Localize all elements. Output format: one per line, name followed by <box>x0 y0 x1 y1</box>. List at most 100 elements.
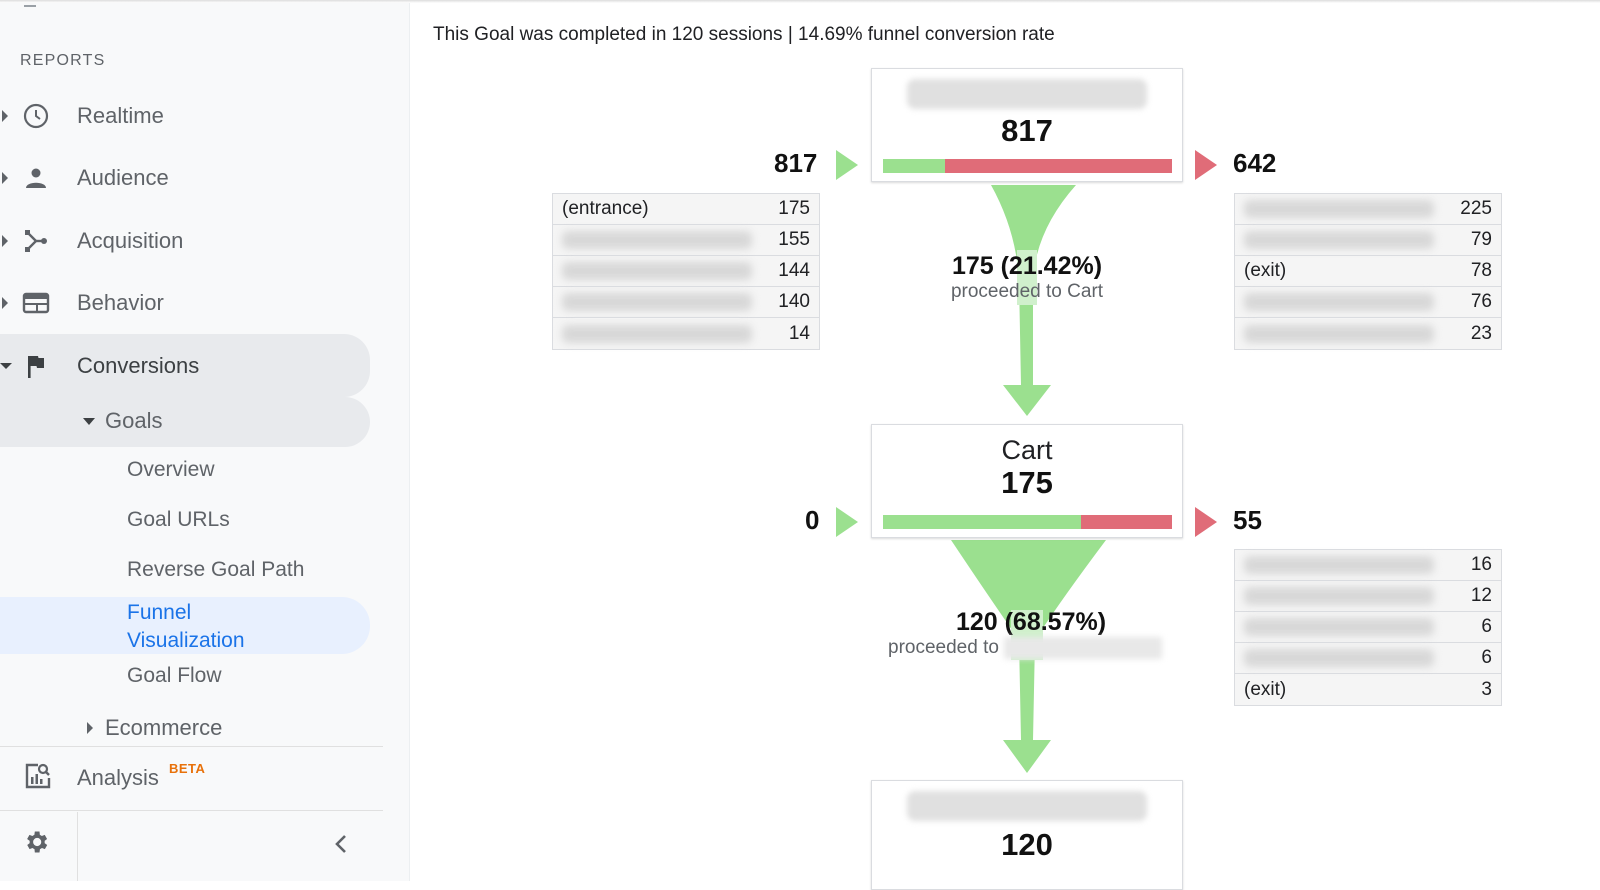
chevron-left-icon[interactable] <box>330 830 352 863</box>
sidebar-item-overview[interactable]: Overview <box>0 458 370 490</box>
row-label-redacted <box>1244 618 1434 636</box>
row-value: 225 <box>1460 198 1492 219</box>
stage-name: Cart <box>1001 435 1053 465</box>
vertical-divider <box>77 812 78 881</box>
table-row[interactable]: 6 <box>1235 612 1501 643</box>
table-row[interactable]: 16 <box>1235 550 1501 581</box>
caret-right-icon <box>2 172 8 184</box>
entry-arrow-icon <box>836 507 858 537</box>
table-row[interactable]: 12 <box>1235 581 1501 612</box>
sidebar-footer <box>0 812 383 881</box>
row-value: 79 <box>1470 229 1492 250</box>
entry-arrow-icon <box>836 150 858 180</box>
table-row[interactable]: 79 <box>1235 225 1501 256</box>
sidebar-item-realtime[interactable]: Realtime <box>0 90 370 142</box>
row-value: 144 <box>778 260 810 281</box>
flow-value: 120 (68.57%) <box>955 608 1107 636</box>
row-label-redacted <box>1244 587 1434 605</box>
stage-2-exits: 55 <box>1233 505 1262 535</box>
caret-right-icon <box>87 722 93 734</box>
flow-text: proceeded to Cart <box>950 281 1104 302</box>
table-row[interactable]: (exit) 78 <box>1235 256 1501 287</box>
exit-arrow-icon <box>1195 150 1217 180</box>
funnel-stage-1[interactable]: 817 <box>871 68 1183 182</box>
flow-1-label: 175 (21.42%) proceeded to Cart <box>927 252 1127 303</box>
reports-section-label: REPORTS <box>20 52 106 69</box>
beta-badge: BETA <box>169 761 206 776</box>
row-label-redacted <box>1244 556 1434 574</box>
table-row[interactable]: 6 <box>1235 643 1501 674</box>
sidebar-item-label: Overview <box>127 458 215 481</box>
flag-icon <box>22 352 50 380</box>
caret-right-icon <box>2 110 8 122</box>
sidebar-item-behavior[interactable]: Behavior <box>0 277 370 329</box>
dropoff-bar-segment <box>944 159 1172 173</box>
table-row[interactable]: 155 <box>553 225 819 256</box>
flow-2-label: 120 (68.57%) proceeded to <box>881 608 1181 659</box>
divider <box>0 746 383 747</box>
funnel-stage-2[interactable]: Cart 175 <box>871 424 1183 538</box>
row-value: 3 <box>1481 678 1492 700</box>
proceeded-bar-segment <box>883 515 1082 529</box>
acquisition-icon <box>22 227 50 255</box>
sidebar-item-label: Behavior <box>77 290 164 315</box>
sidebar-item-goal-urls[interactable]: Goal URLs <box>0 508 370 540</box>
caret-right-icon <box>2 297 8 309</box>
sidebar-item-label: Acquisition <box>77 228 184 253</box>
sidebar-item-ecommerce[interactable]: Ecommerce <box>0 712 370 746</box>
row-label-redacted <box>1244 293 1434 311</box>
sidebar-item-funnel-visualization[interactable]: Funnel Visualization <box>0 597 370 654</box>
table-row[interactable]: 76 <box>1235 287 1501 318</box>
sidebar-item-label: Analysis <box>77 765 159 790</box>
row-value: 78 <box>1470 260 1492 281</box>
sidebar-item-acquisition[interactable]: Acquisition <box>0 215 370 267</box>
stage-count: 175 <box>1001 465 1053 500</box>
table-row[interactable]: (exit) 3 <box>1235 674 1501 705</box>
table-row[interactable]: 225 <box>1235 194 1501 225</box>
row-value: 14 <box>788 322 810 344</box>
row-label-redacted <box>1244 200 1434 218</box>
stage-name-redacted <box>907 79 1147 109</box>
label-line-1: Funnel <box>127 601 192 624</box>
sidebar-item-label: Goal URLs <box>127 508 230 531</box>
stage-progress-bar <box>883 159 1172 173</box>
row-label: (exit) <box>1244 260 1287 281</box>
sidebar-item-conversions[interactable]: Conversions <box>0 334 370 397</box>
table-row[interactable]: 144 <box>553 256 819 287</box>
sidebar-item-reverse-goal-path[interactable]: Reverse Goal Path <box>0 558 370 590</box>
row-label: (entrance) <box>562 198 649 219</box>
table-row[interactable]: 23 <box>1235 318 1501 349</box>
sidebar-item-goals[interactable]: Goals <box>0 397 370 447</box>
stage-count: 120 <box>1001 827 1053 862</box>
destination-name-redacted <box>1004 637 1163 659</box>
funnel-stage-3[interactable]: 120 <box>871 780 1183 890</box>
table-row[interactable]: (entrance) 175 <box>553 194 819 225</box>
flow-text: proceeded to <box>888 637 999 659</box>
row-label-redacted <box>562 293 752 311</box>
person-icon <box>22 164 50 192</box>
flow-value: 175 (21.42%) <box>951 252 1103 280</box>
row-value: 76 <box>1470 291 1492 312</box>
row-label-redacted <box>1244 324 1434 343</box>
analysis-icon <box>24 762 52 796</box>
table-row[interactable]: 140 <box>553 287 819 318</box>
row-value: 16 <box>1470 554 1492 575</box>
sidebar-item-analysis[interactable]: Analysis BETA <box>0 752 383 804</box>
row-label-redacted <box>562 231 752 249</box>
row-value: 12 <box>1470 585 1492 606</box>
caret-down-icon <box>83 418 95 425</box>
caret-right-icon <box>2 235 8 247</box>
sidebar-item-goal-flow[interactable]: Goal Flow <box>0 664 370 696</box>
stage-progress-bar <box>883 515 1172 529</box>
stage-2-exits-table: 16 12 6 6 (exit) 3 <box>1234 549 1502 706</box>
clock-icon <box>22 102 50 130</box>
stage-1-exits-table: 225 79 (exit) 78 76 23 <box>1234 193 1502 350</box>
gear-icon[interactable] <box>22 828 50 861</box>
sidebar: REPORTS Realtime Audience Acquisition Be… <box>0 0 410 881</box>
behavior-icon <box>22 289 50 317</box>
table-row[interactable]: 14 <box>553 318 819 349</box>
row-label-redacted <box>562 324 752 343</box>
row-label-redacted <box>1244 231 1434 249</box>
sidebar-item-label: Reverse Goal Path <box>127 558 305 581</box>
sidebar-item-audience[interactable]: Audience <box>0 152 370 204</box>
